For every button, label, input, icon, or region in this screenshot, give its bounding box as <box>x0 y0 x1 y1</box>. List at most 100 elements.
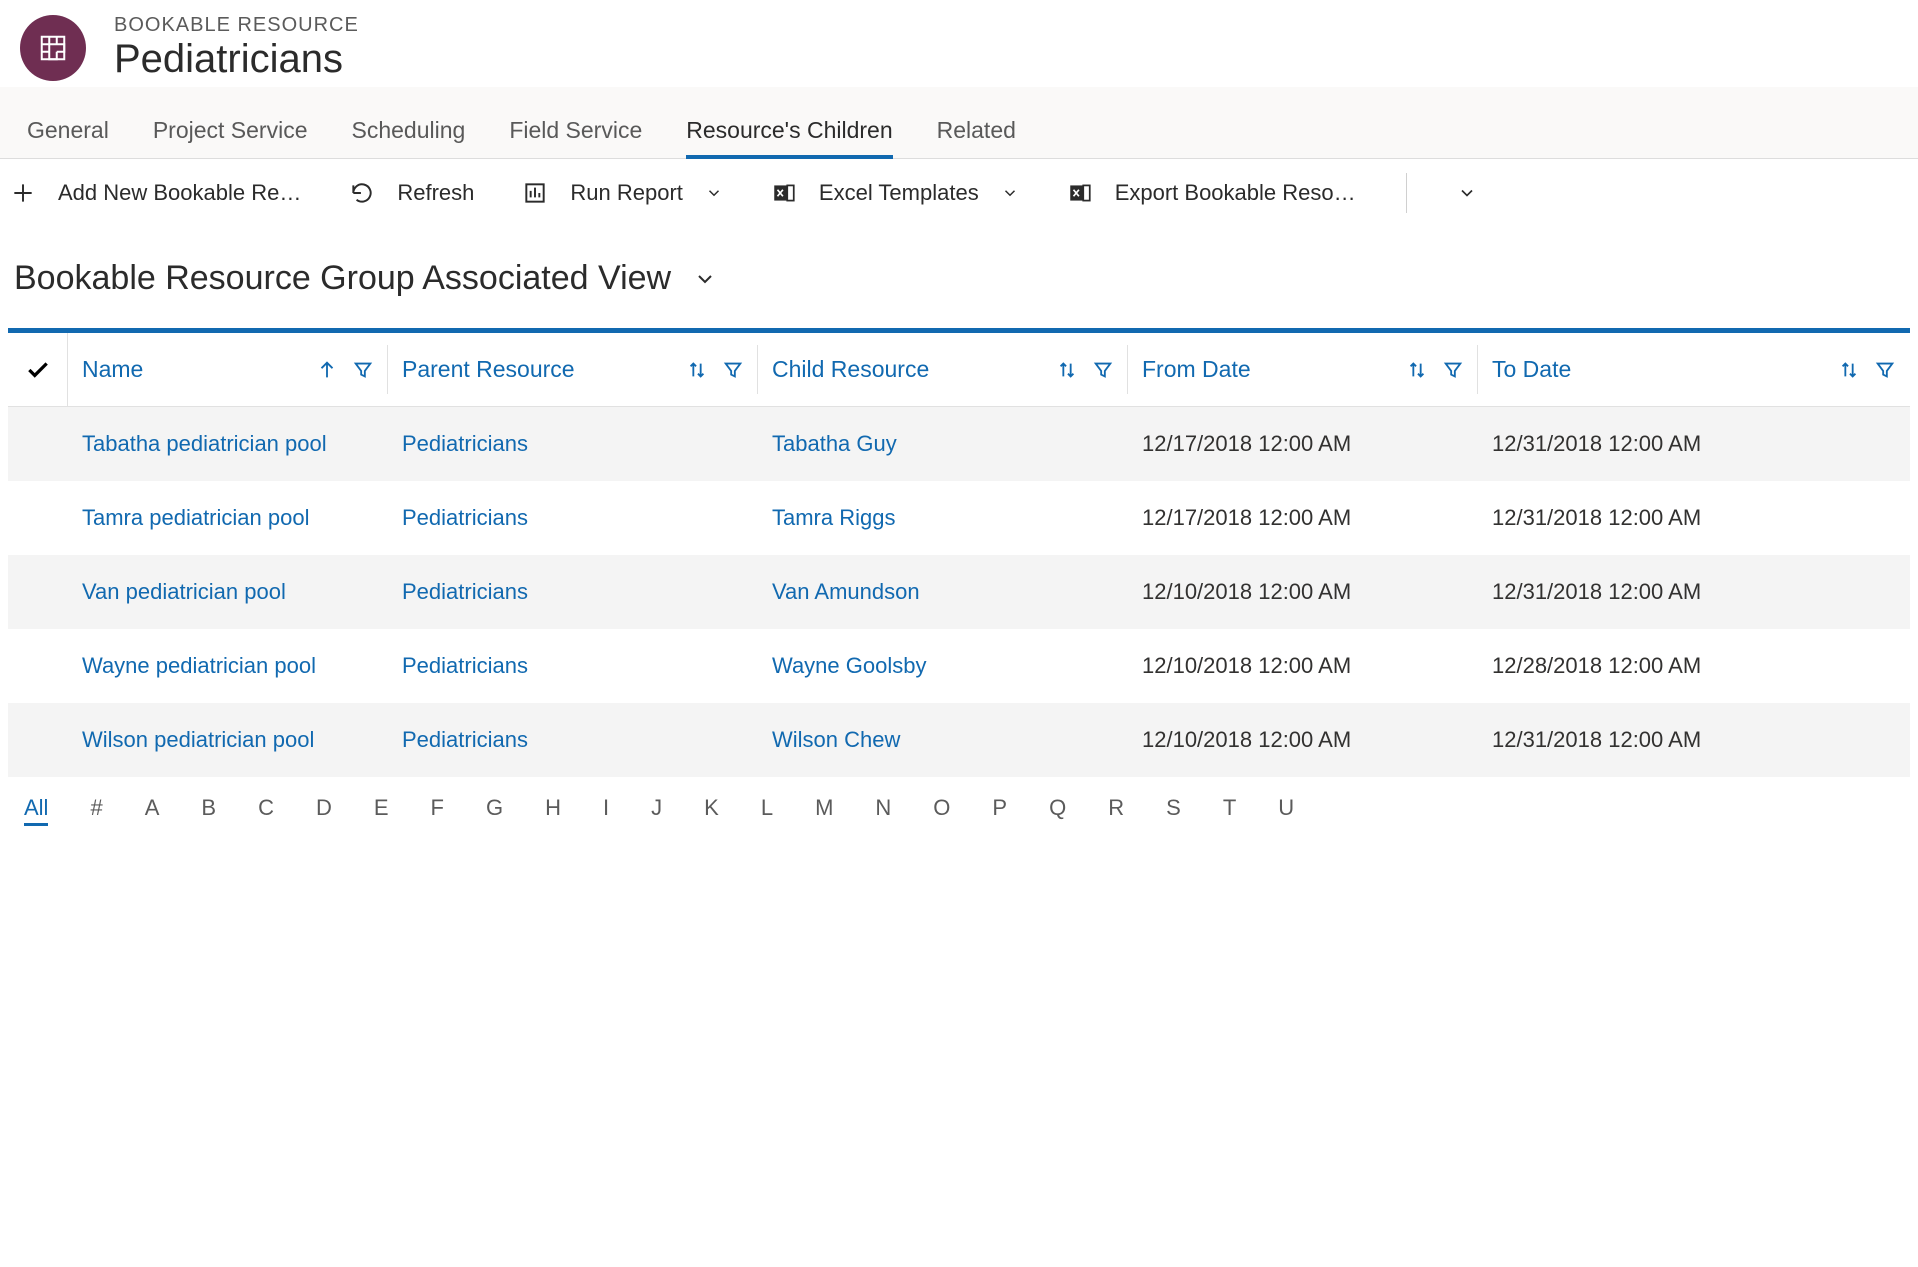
more-commands-button[interactable] <box>1453 177 1481 209</box>
alpha-g[interactable]: G <box>486 795 503 826</box>
cell-to: 12/28/2018 12:00 AM <box>1478 653 1910 679</box>
export-label: Export Bookable Reso… <box>1115 180 1356 206</box>
filter-icon[interactable] <box>1092 359 1114 381</box>
record-title: Pediatricians <box>114 37 359 81</box>
run-report-button[interactable]: Run Report <box>518 174 727 212</box>
alpha-c[interactable]: C <box>258 795 274 826</box>
alpha-m[interactable]: M <box>815 795 833 826</box>
column-label: Child Resource <box>772 356 929 383</box>
column-header-child-resource[interactable]: Child Resource <box>758 333 1128 406</box>
column-label: Parent Resource <box>402 356 575 383</box>
refresh-label: Refresh <box>397 180 474 206</box>
sort-icon[interactable] <box>686 359 708 381</box>
cell-parent[interactable]: Pediatricians <box>388 505 758 531</box>
excel-icon <box>1067 180 1093 206</box>
tab-project-service[interactable]: Project Service <box>131 105 330 158</box>
alpha-b[interactable]: B <box>201 795 216 826</box>
view-selector[interactable]: Bookable Resource Group Associated View <box>0 227 1918 328</box>
filter-icon[interactable] <box>352 359 374 381</box>
cell-child[interactable]: Van Amundson <box>758 579 1128 605</box>
column-header-parent-resource[interactable]: Parent Resource <box>388 333 758 406</box>
cell-child[interactable]: Wayne Goolsby <box>758 653 1128 679</box>
tab-resource-s-children[interactable]: Resource's Children <box>664 105 914 158</box>
alpha-q[interactable]: Q <box>1049 795 1066 826</box>
chevron-down-icon <box>1001 184 1019 202</box>
report-icon <box>522 180 548 206</box>
tab-scheduling[interactable]: Scheduling <box>330 105 488 158</box>
add-new-label: Add New Bookable Re… <box>58 180 301 206</box>
alpha-#[interactable]: # <box>90 795 102 826</box>
select-all-checkbox[interactable] <box>8 333 68 406</box>
sort-icon[interactable] <box>1406 359 1428 381</box>
cell-name[interactable]: Tabatha pediatrician pool <box>68 431 388 457</box>
alpha-u[interactable]: U <box>1278 795 1294 826</box>
cell-child[interactable]: Tabatha Guy <box>758 431 1128 457</box>
export-button[interactable]: Export Bookable Reso… <box>1063 174 1360 212</box>
cell-child[interactable]: Wilson Chew <box>758 727 1128 753</box>
alpha-k[interactable]: K <box>704 795 719 826</box>
grid: Name Parent Resource Chi <box>8 328 1910 777</box>
alpha-t[interactable]: T <box>1223 795 1236 826</box>
cell-name[interactable]: Tamra pediatrician pool <box>68 505 388 531</box>
cell-to: 12/31/2018 12:00 AM <box>1478 505 1910 531</box>
refresh-icon <box>349 180 375 206</box>
chevron-down-icon <box>693 267 717 291</box>
sort-icon[interactable] <box>1056 359 1078 381</box>
cell-name[interactable]: Van pediatrician pool <box>68 579 388 605</box>
cell-name[interactable]: Wayne pediatrician pool <box>68 653 388 679</box>
cell-parent[interactable]: Pediatricians <box>388 653 758 679</box>
cell-child[interactable]: Tamra Riggs <box>758 505 1128 531</box>
cell-to: 12/31/2018 12:00 AM <box>1478 579 1910 605</box>
alpha-index: All # A B C D E F G H I J K L M N O P Q R S T U <box>0 777 1918 836</box>
alpha-all[interactable]: All <box>24 795 48 826</box>
filter-icon[interactable] <box>722 359 744 381</box>
column-label: Name <box>82 356 143 383</box>
alpha-a[interactable]: A <box>145 795 160 826</box>
column-header-from-date[interactable]: From Date <box>1128 333 1478 406</box>
alpha-r[interactable]: R <box>1108 795 1124 826</box>
filter-icon[interactable] <box>1874 359 1896 381</box>
add-new-button[interactable]: Add New Bookable Re… <box>6 174 305 212</box>
plus-icon <box>10 180 36 206</box>
table-row[interactable]: Van pediatrician poolPediatriciansVan Am… <box>8 555 1910 629</box>
sort-asc-icon[interactable] <box>316 359 338 381</box>
cell-from: 12/17/2018 12:00 AM <box>1128 431 1478 457</box>
cell-parent[interactable]: Pediatricians <box>388 727 758 753</box>
cell-parent[interactable]: Pediatricians <box>388 579 758 605</box>
tab-field-service[interactable]: Field Service <box>487 105 664 158</box>
table-row[interactable]: Wayne pediatrician poolPediatriciansWayn… <box>8 629 1910 703</box>
excel-templates-label: Excel Templates <box>819 180 979 206</box>
table-row[interactable]: Tabatha pediatrician poolPediatriciansTa… <box>8 407 1910 481</box>
alpha-e[interactable]: E <box>374 795 389 826</box>
tab-related[interactable]: Related <box>915 105 1038 158</box>
alpha-l[interactable]: L <box>761 795 773 826</box>
alpha-j[interactable]: J <box>651 795 662 826</box>
chevron-down-icon <box>705 184 723 202</box>
alpha-f[interactable]: F <box>431 795 444 826</box>
alpha-h[interactable]: H <box>545 795 561 826</box>
table-row[interactable]: Tamra pediatrician poolPediatriciansTamr… <box>8 481 1910 555</box>
alpha-s[interactable]: S <box>1166 795 1181 826</box>
excel-templates-button[interactable]: Excel Templates <box>767 174 1023 212</box>
subgrid-toolbar: Add New Bookable Re… Refresh Run Report … <box>0 159 1918 227</box>
sort-icon[interactable] <box>1838 359 1860 381</box>
alpha-i[interactable]: I <box>603 795 609 826</box>
alpha-p[interactable]: P <box>992 795 1007 826</box>
cell-parent[interactable]: Pediatricians <box>388 431 758 457</box>
alpha-d[interactable]: D <box>316 795 332 826</box>
filter-icon[interactable] <box>1442 359 1464 381</box>
chevron-down-icon <box>1457 183 1477 203</box>
form-tabs: GeneralProject ServiceSchedulingField Se… <box>0 87 1918 159</box>
table-row[interactable]: Wilson pediatrician poolPediatriciansWil… <box>8 703 1910 777</box>
alpha-n[interactable]: N <box>875 795 891 826</box>
toolbar-separator <box>1406 173 1407 213</box>
run-report-label: Run Report <box>570 180 683 206</box>
refresh-button[interactable]: Refresh <box>345 174 478 212</box>
checkmark-icon <box>25 357 51 383</box>
tab-general[interactable]: General <box>5 105 131 158</box>
alpha-o[interactable]: O <box>933 795 950 826</box>
column-header-name[interactable]: Name <box>68 333 388 406</box>
cell-to: 12/31/2018 12:00 AM <box>1478 727 1910 753</box>
cell-name[interactable]: Wilson pediatrician pool <box>68 727 388 753</box>
column-header-to-date[interactable]: To Date <box>1478 333 1910 406</box>
